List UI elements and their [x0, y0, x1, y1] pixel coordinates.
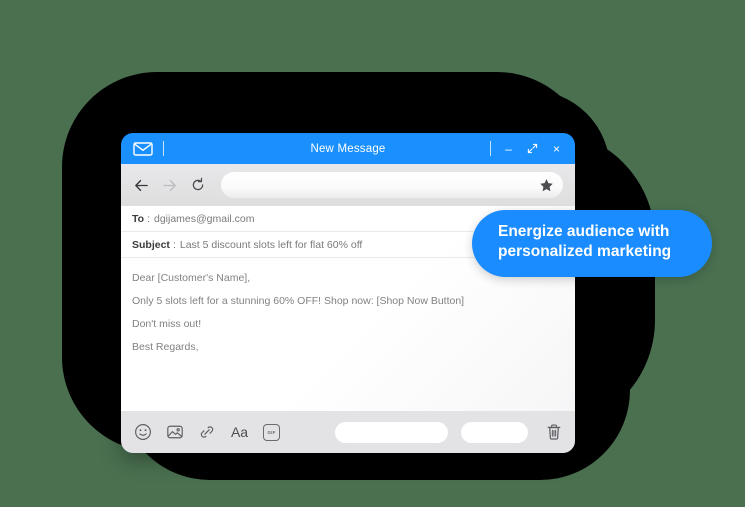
emoji-icon[interactable] — [133, 423, 152, 442]
mail-compose-window: New Message – × To: dgijames@gmail.com … — [121, 133, 575, 453]
message-line: Best Regards, — [132, 341, 199, 353]
url-input[interactable] — [221, 172, 563, 198]
titlebar-left-group — [133, 141, 164, 156]
link-icon[interactable] — [197, 423, 216, 442]
callout-badge: Energize audience with personalized mark… — [472, 210, 712, 277]
subject-field-label: Subject — [132, 238, 170, 251]
window-controls: – × — [490, 141, 563, 156]
close-button[interactable]: × — [550, 142, 563, 155]
message-line: Only 5 slots left for a stunning 60% OFF… — [132, 295, 465, 307]
compose-toolbar: Aa GIF — [121, 411, 575, 453]
message-line: Don't miss out! — [132, 318, 202, 330]
maximize-button[interactable] — [526, 142, 539, 155]
message-compose-area[interactable]: Dear [Customer's Name], Only 5 slots lef… — [121, 258, 575, 411]
gif-icon[interactable]: GIF — [263, 423, 280, 441]
titlebar-divider-right — [490, 141, 491, 156]
titlebar-divider-left — [163, 141, 164, 156]
star-icon[interactable] — [539, 178, 554, 193]
window-titlebar: New Message – × — [121, 133, 575, 164]
subject-field-value: Last 5 discount slots left for flat 60% … — [179, 238, 363, 251]
subject-field-separator: : — [172, 238, 176, 251]
arrow-right-icon[interactable] — [161, 177, 178, 194]
to-field-label: To — [132, 212, 145, 225]
secondary-action-button[interactable] — [461, 421, 528, 443]
to-field-separator: : — [147, 212, 150, 225]
send-button[interactable] — [335, 421, 448, 443]
trash-icon[interactable] — [545, 423, 563, 441]
reload-icon[interactable] — [189, 177, 206, 194]
envelope-icon — [133, 141, 153, 156]
text-format-icon[interactable]: Aa — [229, 425, 250, 439]
browser-navbar — [121, 164, 575, 206]
arrow-left-icon[interactable] — [133, 177, 150, 194]
minimize-button[interactable]: – — [502, 142, 515, 155]
to-field-value: dgijames@gmail.com — [153, 212, 255, 225]
image-icon[interactable] — [165, 423, 184, 442]
